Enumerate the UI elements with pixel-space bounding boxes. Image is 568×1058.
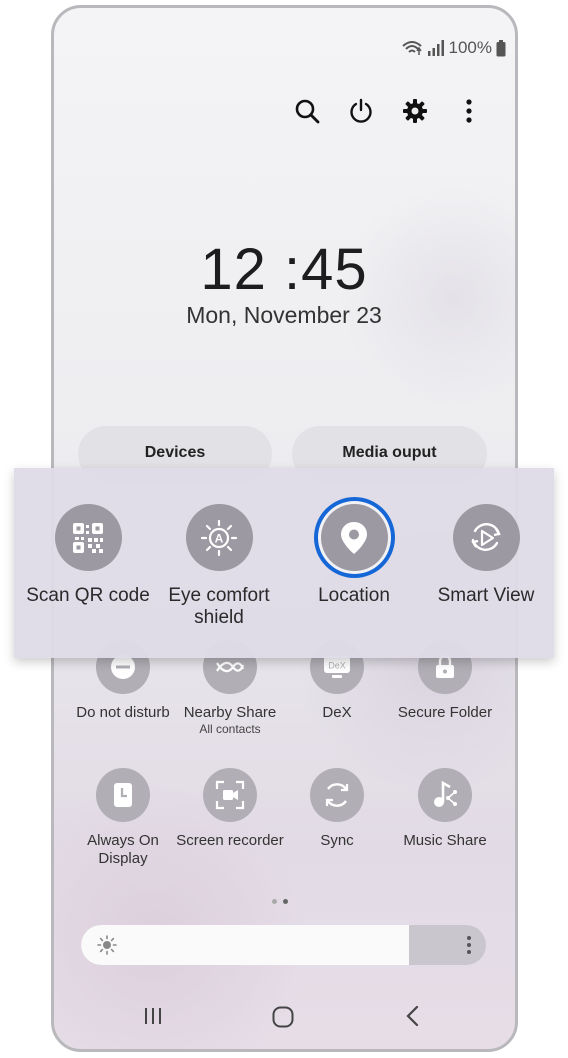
svg-text:DeX: DeX: [328, 661, 346, 671]
tile-label: Secure Folder: [397, 704, 493, 721]
brightness-icon: [97, 935, 117, 960]
tile-sublabel: All contacts: [199, 722, 261, 736]
tile-label: Do not disturb: [76, 704, 170, 721]
tile-screen-recorder[interactable]: Screen recorder: [175, 768, 285, 850]
tile-sync[interactable]: Sync: [282, 768, 392, 850]
clock-date: Mon, November 23: [186, 302, 382, 328]
tile-label: Location: [318, 585, 390, 606]
back-icon[interactable]: [405, 1005, 421, 1032]
tile-label: Always On Display: [87, 832, 159, 867]
tile-label: Music Share: [403, 832, 487, 849]
power-icon[interactable]: [346, 96, 376, 126]
tile-eye-comfort[interactable]: A Eye comfort shield: [149, 504, 289, 629]
tile-label: Screen recorder: [176, 832, 284, 849]
clock-time: 12 :45: [200, 237, 368, 302]
tile-label: Scan QR code: [26, 585, 150, 606]
page-dot: [272, 899, 277, 904]
tile-label: Eye comfort shield: [168, 585, 270, 628]
more-icon[interactable]: [454, 96, 484, 126]
quick-actions: [292, 96, 484, 126]
music-share-icon: [418, 768, 472, 822]
recent-apps-icon[interactable]: [143, 1005, 163, 1032]
signal-icon: [427, 39, 445, 57]
quick-panel-highlight: Scan QR code A Eye comfort shield Locati…: [14, 468, 554, 658]
home-icon[interactable]: [271, 1005, 295, 1034]
brightness-fill: [81, 925, 410, 965]
tile-label: Sync: [320, 832, 354, 849]
location-icon: [320, 504, 388, 571]
battery-icon: [496, 39, 506, 57]
brightness-slider[interactable]: [81, 925, 486, 965]
tile-label: Nearby Share: [183, 704, 277, 721]
page-indicator: [272, 899, 288, 904]
tile-music-share[interactable]: Music Share: [390, 768, 500, 850]
always-on-display-icon: [96, 768, 150, 822]
svg-text:A: A: [215, 531, 224, 545]
screen-recorder-icon: [203, 768, 257, 822]
sync-icon: [310, 768, 364, 822]
page-dot-active: [283, 899, 288, 904]
tile-always-on-display[interactable]: Always On Display: [68, 768, 178, 868]
settings-icon[interactable]: [400, 96, 430, 126]
eye-comfort-icon: A: [185, 504, 253, 571]
qr-code-icon: [54, 504, 122, 571]
wifi-icon: [401, 39, 423, 57]
tile-location[interactable]: Location: [284, 504, 424, 607]
tile-label: DeX: [322, 704, 352, 721]
smart-view-icon: [452, 504, 520, 571]
status-bar: 100%: [401, 38, 506, 58]
brightness-more-icon[interactable]: [466, 935, 472, 960]
search-icon[interactable]: [292, 96, 322, 126]
battery-percent: 100%: [448, 38, 492, 57]
tile-label: Smart View: [437, 585, 535, 606]
tile-scan-qr[interactable]: Scan QR code: [18, 504, 158, 607]
tile-smart-view[interactable]: Smart View: [416, 504, 556, 607]
navigation-bar: [51, 1005, 518, 1035]
